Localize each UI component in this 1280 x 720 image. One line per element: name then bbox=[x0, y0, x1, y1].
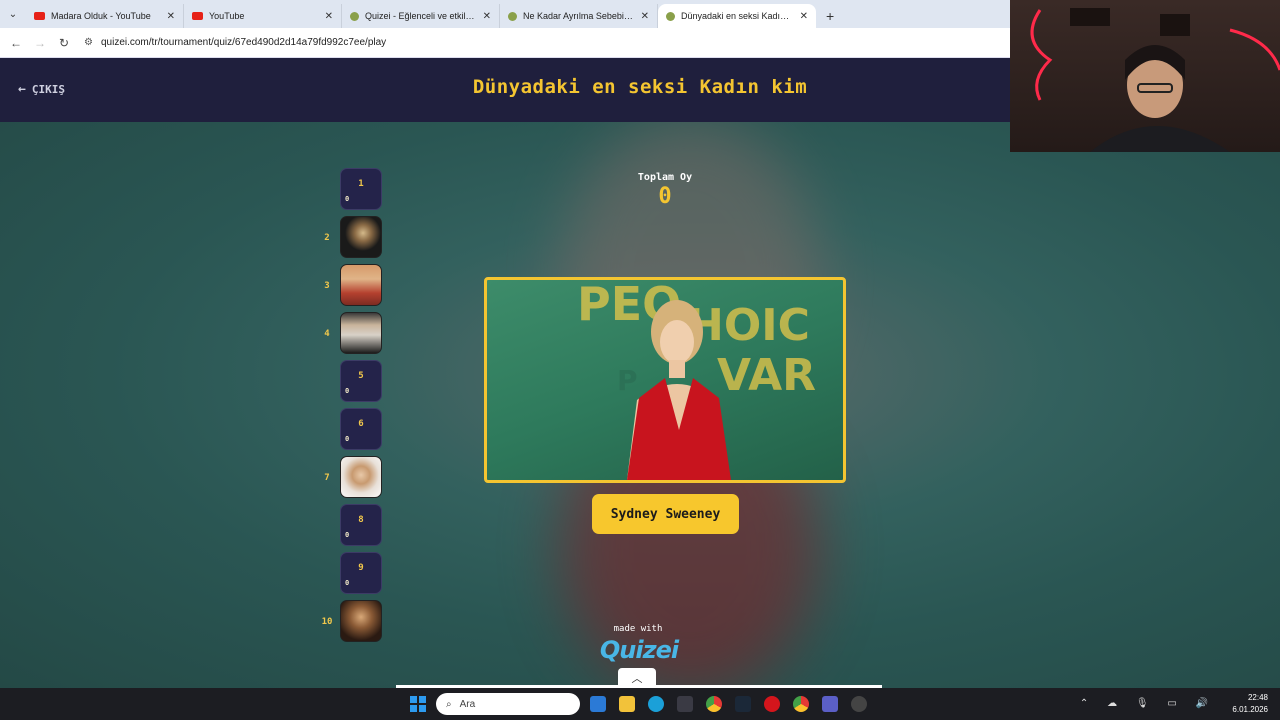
quizei-logo[interactable]: Quizei bbox=[596, 636, 682, 664]
browser-tab-active[interactable]: Dünyadaki en seksi Kadın kim - ✕ bbox=[658, 4, 816, 28]
slot-votes: 0 bbox=[345, 579, 350, 587]
slot-rank: 1 bbox=[358, 179, 364, 189]
quizei-icon bbox=[350, 11, 359, 21]
site-settings-icon[interactable]: ⚙ bbox=[84, 37, 93, 48]
close-tab-icon[interactable]: ✕ bbox=[641, 11, 649, 22]
settings-icon[interactable] bbox=[851, 696, 867, 712]
teams-icon[interactable] bbox=[822, 696, 838, 712]
system-tray-icons[interactable]: ⌃ ☁ 🎙 ▭ 🔊 bbox=[1080, 698, 1216, 709]
browser-tab[interactable]: Madara Olduk - YouTube ✕ bbox=[26, 4, 184, 28]
slot-rank: 4 bbox=[324, 329, 330, 339]
rank-slot-thumbnail[interactable] bbox=[340, 264, 382, 306]
svg-text:HOIC: HOIC bbox=[687, 300, 810, 351]
slot-rank: 6 bbox=[358, 419, 364, 429]
slot-votes: 0 bbox=[345, 435, 350, 443]
back-icon[interactable]: ← bbox=[4, 36, 28, 50]
url-field[interactable]: ⚙ quizei.com/tr/tournament/quiz/67ed490d… bbox=[84, 37, 386, 48]
clock-date: 6.01.2026 bbox=[1232, 705, 1268, 714]
browser-tab[interactable]: Ne Kadar Ayrılma Sebebi?? #1 - ✕ bbox=[500, 4, 658, 28]
forward-icon[interactable]: → bbox=[28, 36, 52, 50]
taskbar-search-input[interactable]: ⌕ Ara bbox=[436, 693, 580, 715]
tab-title: YouTube bbox=[209, 11, 245, 21]
rank-slot[interactable]: 9 0 bbox=[340, 552, 382, 594]
clock[interactable]: 22:48 6.01.2026 bbox=[1232, 692, 1268, 716]
browser-tab[interactable]: Quizei - Eğlenceli ve etkileşimli ✕ bbox=[342, 4, 500, 28]
slot-rank: 2 bbox=[324, 233, 330, 243]
clock-time: 22:48 bbox=[1247, 693, 1268, 702]
edge-icon[interactable] bbox=[648, 696, 664, 712]
slot-rank: 5 bbox=[358, 371, 364, 381]
total-votes-value: 0 bbox=[658, 184, 672, 209]
close-tab-icon[interactable]: ✕ bbox=[483, 11, 491, 22]
url-text: quizei.com/tr/tournament/quiz/67ed490d2d… bbox=[100, 37, 387, 48]
tab-title: Quizei - Eğlenceli ve etkileşimli bbox=[365, 11, 477, 21]
quizei-icon bbox=[508, 11, 517, 21]
close-tab-icon[interactable]: ✕ bbox=[167, 11, 175, 22]
rank-slot[interactable]: 1 0 bbox=[340, 168, 382, 210]
taskbar: ⌕ Ara ⌃ ☁ 🎙 ▭ 🔊 22:48 6.01.2026 bbox=[0, 688, 1280, 720]
search-placeholder: Ara bbox=[459, 698, 476, 710]
quizei-icon bbox=[666, 11, 675, 21]
rank-slot[interactable]: 8 0 bbox=[340, 504, 382, 546]
contestant-image: PEO HOIC VAR P bbox=[577, 280, 816, 480]
slot-votes: 0 bbox=[345, 531, 350, 539]
rank-slot[interactable]: 6 0 bbox=[340, 408, 382, 450]
reload-icon[interactable]: ↻ bbox=[52, 36, 76, 50]
webcam-overlay bbox=[1010, 0, 1280, 152]
total-votes-label: Toplam Oy bbox=[637, 172, 693, 183]
made-with-label: made with bbox=[613, 624, 663, 634]
tab-title: Madara Olduk - YouTube bbox=[51, 11, 151, 21]
opera-icon[interactable] bbox=[764, 696, 780, 712]
chrome-active-icon[interactable] bbox=[793, 696, 809, 712]
search-icon: ⌕ bbox=[446, 698, 452, 710]
chrome-icon[interactable] bbox=[706, 696, 722, 712]
rank-slot-thumbnail[interactable] bbox=[340, 456, 382, 498]
new-tab-icon[interactable]: + bbox=[816, 4, 844, 28]
file-explorer-icon[interactable] bbox=[619, 696, 635, 712]
rank-slot-thumbnail[interactable] bbox=[340, 600, 382, 642]
close-tab-icon[interactable]: ✕ bbox=[325, 11, 333, 22]
close-tab-icon[interactable]: ✕ bbox=[800, 11, 808, 22]
rank-slot-thumbnail[interactable] bbox=[340, 216, 382, 258]
rank-slot-thumbnail[interactable] bbox=[340, 312, 382, 354]
address-bar: ← → ↻ ⚙ quizei.com/tr/tournament/quiz/67… bbox=[0, 28, 1010, 58]
tab-title: Dünyadaki en seksi Kadın kim - bbox=[681, 11, 794, 21]
youtube-icon bbox=[192, 12, 203, 20]
browser-tab-bar: ⌄ Madara Olduk - YouTube ✕ YouTube ✕ Qui… bbox=[0, 0, 1010, 28]
tab-search-menu-icon[interactable]: ⌄ bbox=[0, 0, 26, 28]
contestant-photo[interactable]: PEO HOIC VAR P bbox=[484, 277, 846, 483]
slot-rank: 9 bbox=[358, 563, 364, 573]
slot-votes: 0 bbox=[345, 387, 350, 395]
tab-title: Ne Kadar Ayrılma Sebebi?? #1 - bbox=[523, 11, 635, 21]
rank-slot[interactable]: 5 0 bbox=[340, 360, 382, 402]
youtube-icon bbox=[34, 12, 45, 20]
slot-rank: 3 bbox=[324, 281, 330, 291]
contestant-name-button[interactable]: Sydney Sweeney bbox=[592, 494, 739, 534]
widgets-icon[interactable] bbox=[590, 696, 606, 712]
steam-icon[interactable] bbox=[735, 696, 751, 712]
slot-rank: 8 bbox=[358, 515, 364, 525]
browser-tab[interactable]: YouTube ✕ bbox=[184, 4, 342, 28]
slot-votes: 0 bbox=[345, 195, 350, 203]
svg-text:P: P bbox=[617, 364, 638, 397]
svg-text:VAR: VAR bbox=[717, 350, 816, 401]
windows-start-icon[interactable] bbox=[410, 696, 426, 712]
webcam-image bbox=[1030, 8, 1280, 152]
slot-rank: 10 bbox=[321, 617, 333, 627]
slot-rank: 7 bbox=[324, 473, 330, 483]
store-icon[interactable] bbox=[677, 696, 693, 712]
contestant-name: Sydney Sweeney bbox=[610, 506, 721, 522]
quiz-page: ← ÇIKIŞ Dünyadaki en seksi Kadın kim 1 0… bbox=[0, 58, 1280, 688]
